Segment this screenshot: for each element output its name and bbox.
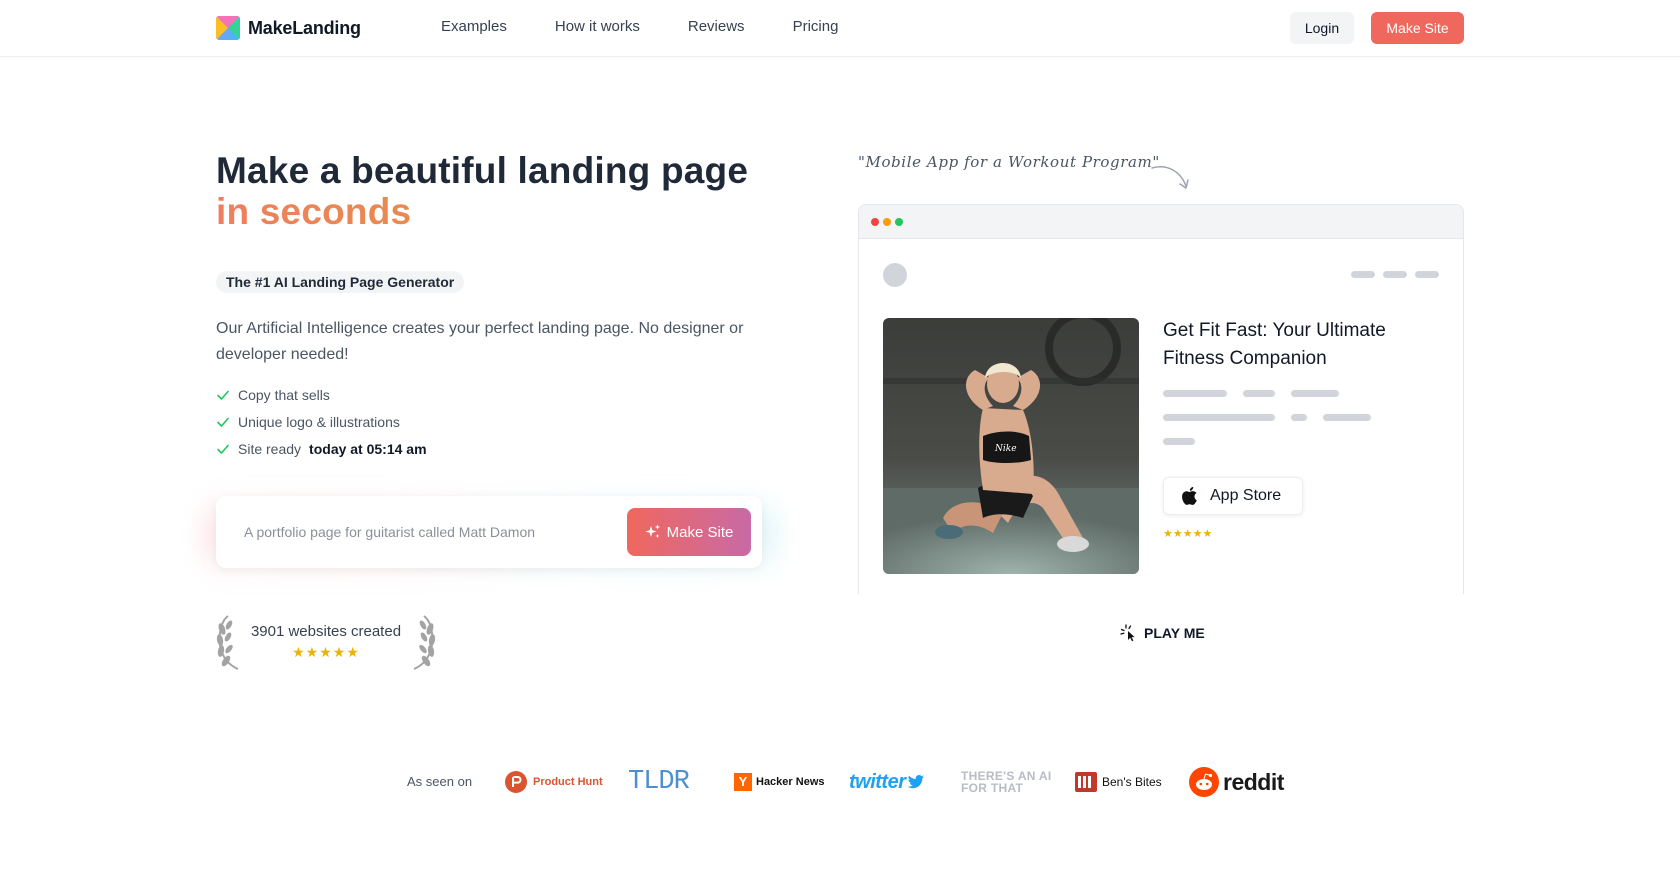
top-navbar: MakeLanding Examples How it works Review… bbox=[0, 0, 1680, 57]
nav-link-reviews[interactable]: Reviews bbox=[688, 18, 745, 35]
tldr-logo[interactable]: TLDR bbox=[628, 766, 690, 798]
hero-title-line1: Make a beautiful landing page bbox=[216, 150, 749, 191]
hero-title: Make a beautiful landing page in seconds bbox=[216, 150, 748, 232]
mock-text-placeholder bbox=[1163, 414, 1275, 421]
check-item: Site ready today at 05:14 am bbox=[216, 435, 427, 462]
nav-link-pricing[interactable]: Pricing bbox=[793, 18, 839, 35]
nav-link-how-it-works[interactable]: How it works bbox=[555, 18, 640, 35]
mock-rating-stars: ★★★★★ bbox=[1163, 528, 1213, 540]
websites-count: 3901 websites created bbox=[250, 623, 402, 640]
mock-headline: Get Fit Fast: Your Ultimate Fitness Comp… bbox=[1163, 320, 1386, 369]
site-preview-window[interactable]: Nike Get Fit Fast: Your Ultimate Fitness… bbox=[858, 204, 1464, 594]
svg-text:Nike: Nike bbox=[994, 444, 1017, 454]
brand[interactable]: MakeLanding bbox=[216, 16, 361, 40]
tldr-text: TLDR bbox=[628, 767, 690, 797]
mock-menu-placeholder bbox=[1383, 271, 1407, 278]
mock-menu-placeholder bbox=[1415, 271, 1439, 278]
theres-an-ai-text: THERE'S AN AI FOR THAT bbox=[961, 769, 1052, 795]
mock-menu-placeholder bbox=[1351, 271, 1375, 278]
makelanding-logo-icon bbox=[216, 16, 240, 40]
reddit-text: reddit bbox=[1223, 768, 1284, 795]
nav-make-site-button[interactable]: Make Site bbox=[1371, 12, 1464, 44]
hero-title-accent: in seconds bbox=[216, 191, 412, 232]
window-maximize-dot bbox=[895, 218, 903, 226]
make-site-label: Make Site bbox=[666, 523, 734, 541]
theres-an-ai-for-that-logo[interactable]: THERE'S AN AI FOR THAT bbox=[961, 766, 1053, 798]
check-label: Unique logo & illustrations bbox=[238, 413, 400, 430]
product-hunt-logo[interactable]: Product Hunt bbox=[505, 766, 603, 798]
reddit-logo[interactable]: reddit bbox=[1189, 766, 1284, 798]
make-site-button[interactable]: Make Site bbox=[627, 508, 751, 556]
rating-stars: ★★★★★ bbox=[292, 644, 360, 660]
hero-description: Our Artificial Intelligence creates your… bbox=[216, 320, 744, 363]
example-prompt-note: "Mobile App for a Workout Program" bbox=[858, 153, 1160, 171]
cursor-click-icon bbox=[1120, 624, 1135, 642]
curved-arrow-icon bbox=[1151, 166, 1189, 189]
window-minimize-dot bbox=[883, 218, 891, 226]
nav-links: Examples How it works Reviews Pricing bbox=[441, 18, 838, 35]
feature-checklist: Copy that sells Unique logo & illustrati… bbox=[216, 381, 427, 462]
nav-link-examples[interactable]: Examples bbox=[441, 18, 507, 35]
play-me-label: PLAY ME bbox=[1144, 625, 1205, 641]
browser-titlebar bbox=[859, 205, 1463, 239]
hacker-news-text: Hacker News bbox=[756, 776, 825, 788]
hacker-news-icon: Y bbox=[734, 773, 752, 791]
reddit-alien-icon bbox=[1189, 767, 1219, 797]
sparkles-icon bbox=[645, 524, 660, 538]
app-store-button[interactable]: App Store bbox=[1163, 477, 1303, 515]
mock-text-placeholder bbox=[1243, 390, 1275, 397]
prompt-box: Make Site bbox=[216, 496, 762, 568]
site-ready-time: today at 05:14 am bbox=[309, 440, 427, 457]
check-item: Unique logo & illustrations bbox=[216, 408, 427, 435]
twitter-logo[interactable]: twitter bbox=[849, 766, 924, 798]
check-item: Copy that sells bbox=[216, 381, 427, 408]
mock-text-placeholder bbox=[1163, 390, 1227, 397]
bens-bites-icon bbox=[1075, 772, 1097, 792]
bens-bites-logo[interactable]: Ben's Bites bbox=[1075, 766, 1162, 798]
twitter-text: twitter bbox=[849, 770, 906, 793]
twitter-bird-icon bbox=[907, 775, 924, 789]
mock-logo-placeholder bbox=[883, 263, 907, 287]
social-proof-laurel: 3901 websites created ★★★★★ bbox=[216, 615, 436, 671]
play-me-button[interactable]: PLAY ME bbox=[1120, 624, 1205, 642]
login-button[interactable]: Login bbox=[1290, 12, 1354, 44]
bens-bites-text: Ben's Bites bbox=[1102, 775, 1162, 789]
mock-text-placeholder bbox=[1291, 390, 1339, 397]
app-store-label: App Store bbox=[1210, 487, 1282, 504]
window-close-dot bbox=[871, 218, 879, 226]
hacker-news-logo[interactable]: Y Hacker News bbox=[734, 766, 825, 798]
mock-text-placeholder bbox=[1291, 414, 1307, 421]
product-hunt-text: Product Hunt bbox=[533, 776, 603, 788]
check-icon bbox=[217, 444, 229, 454]
mock-text-placeholder bbox=[1323, 414, 1371, 421]
fitness-photo: Nike bbox=[883, 318, 1139, 574]
generator-badge: The #1 AI Landing Page Generator bbox=[216, 271, 465, 293]
site-description-input[interactable] bbox=[244, 520, 584, 544]
mock-text-placeholder bbox=[1163, 438, 1195, 445]
apple-icon bbox=[1182, 486, 1197, 505]
check-icon bbox=[217, 417, 229, 427]
check-label: Copy that sells bbox=[238, 386, 330, 403]
check-label: Site ready bbox=[238, 440, 302, 457]
brand-name: MakeLanding bbox=[248, 17, 361, 38]
product-hunt-icon bbox=[505, 771, 527, 793]
as-seen-on-label: As seen on bbox=[407, 774, 473, 789]
check-icon bbox=[217, 390, 229, 400]
laurel-right-icon bbox=[413, 615, 436, 670]
